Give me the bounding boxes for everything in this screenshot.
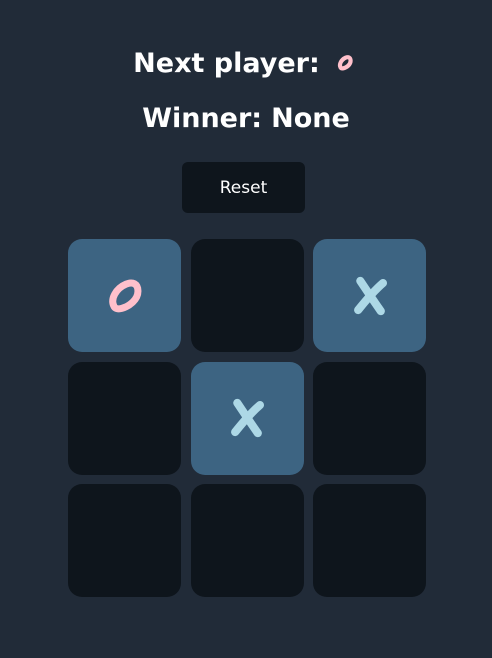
game-board (68, 239, 426, 597)
winner-value: None (271, 102, 350, 134)
x-mark-icon (231, 398, 265, 438)
board-cell[interactable] (190, 484, 304, 597)
board-cell[interactable] (313, 484, 426, 597)
board-cell[interactable] (68, 361, 181, 475)
reset-button[interactable]: Reset (182, 162, 305, 213)
board-cell[interactable] (313, 361, 426, 475)
board-cell[interactable] (190, 239, 304, 352)
board-cell[interactable] (68, 484, 181, 597)
winner-status: Winner: None (0, 97, 492, 139)
board-cell[interactable] (313, 239, 426, 352)
board-cell[interactable] (190, 361, 304, 475)
x-mark-icon (353, 276, 387, 315)
next-player-label: Next player: (133, 47, 320, 79)
winner-label: Winner: (142, 102, 263, 134)
next-player-o-icon (331, 49, 359, 77)
next-player-status: Next player: (0, 42, 492, 84)
o-mark-icon (108, 279, 141, 312)
board-cell[interactable] (68, 239, 181, 352)
